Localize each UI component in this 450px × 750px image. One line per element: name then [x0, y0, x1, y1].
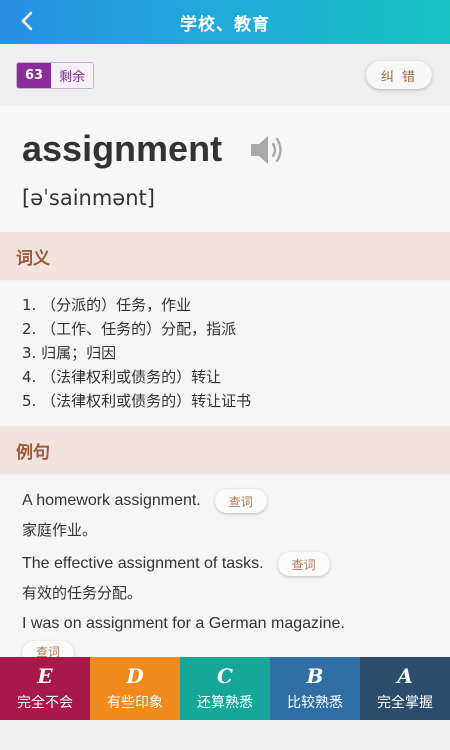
rate-b-button[interactable]: B 比较熟悉	[270, 657, 360, 720]
rate-letter: A	[397, 664, 413, 688]
rate-d-button[interactable]: D 有些印象	[90, 657, 180, 720]
definition-item: 1. （分派的）任务，作业	[22, 296, 192, 314]
remaining-label: 剩余	[51, 63, 94, 88]
example-chinese: 家庭作业。	[22, 521, 98, 539]
status-bar: 63 剩余 纠 错	[0, 44, 450, 106]
page-title: 学校、教育	[180, 14, 270, 35]
example-item: The effective assignment of tasks. 查词 有效…	[22, 552, 330, 603]
rate-label: 还算熟悉	[197, 695, 253, 711]
example-item: I was on assignment for a German magazin…	[22, 615, 345, 633]
definition-item: 2. （工作、任务的）分配，指派	[22, 320, 237, 338]
lookup-word-button[interactable]: 查词	[22, 641, 74, 657]
app-header: 学校、教育	[0, 0, 450, 44]
example-english: The effective assignment of tasks.	[22, 555, 264, 572]
chevron-left-icon	[21, 11, 33, 31]
rate-letter: E	[37, 664, 53, 688]
rate-c-button[interactable]: C 还算熟悉	[180, 657, 270, 720]
definition-item: 5. （法律权利或债务的）转让证书	[22, 392, 252, 410]
rate-letter: D	[126, 664, 144, 688]
rate-letter: B	[306, 664, 324, 688]
definitions-list: 1. （分派的）任务，作业 2. （工作、任务的）分配，指派 3. 归属；归因 …	[0, 281, 450, 426]
examples-heading: 例句	[0, 426, 450, 474]
back-button[interactable]	[14, 8, 40, 34]
remaining-counter: 63 剩余	[16, 62, 95, 89]
example-chinese: 有效的任务分配。	[22, 584, 143, 602]
examples-list: A homework assignment. 查词 家庭作业。 The effe…	[0, 475, 450, 657]
example-english: A homework assignment.	[22, 492, 201, 509]
rate-label: 完全不会	[17, 695, 73, 711]
word-text: assignment	[22, 128, 223, 169]
definition-item: 4. （法律权利或债务的）转让	[22, 368, 222, 386]
rating-bar: E 完全不会 D 有些印象 C 还算熟悉 B 比较熟悉 A 完全掌握	[0, 657, 450, 720]
speaker-icon[interactable]	[248, 132, 290, 168]
rate-letter: C	[217, 664, 233, 688]
definition-item: 3. 归属；归因	[22, 344, 117, 362]
word-phonetic: [əˈsainmənt]	[22, 186, 155, 210]
example-item: A homework assignment. 查词 家庭作业。	[22, 489, 267, 540]
example-english: I was on assignment for a German magazin…	[22, 615, 345, 632]
rate-a-button[interactable]: A 完全掌握	[360, 657, 450, 720]
rate-label: 比较熟悉	[287, 695, 343, 711]
rate-label: 完全掌握	[377, 695, 433, 711]
word-card: assignment [əˈsainmənt]	[0, 106, 450, 232]
lookup-word-button[interactable]: 查词	[214, 489, 267, 513]
report-error-button[interactable]: 纠 错	[366, 61, 432, 89]
rate-label: 有些印象	[107, 695, 163, 711]
definitions-heading: 词义	[0, 232, 450, 280]
remaining-count: 63	[17, 63, 52, 88]
bottom-spacer	[0, 720, 450, 750]
lookup-word-button[interactable]: 查词	[277, 552, 330, 576]
rate-e-button[interactable]: E 完全不会	[0, 657, 90, 720]
